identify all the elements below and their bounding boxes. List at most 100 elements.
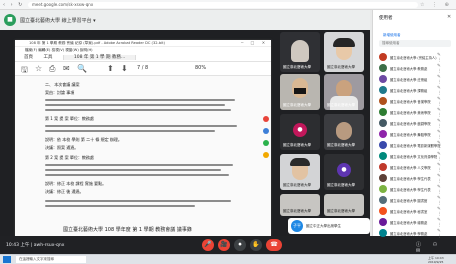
participant-menu-icon[interactable]: ✎ ⋮ <box>437 218 455 228</box>
taskbar-date: 2019/9/25 <box>428 260 444 264</box>
edit-tool-icon[interactable] <box>263 128 269 134</box>
participant-row[interactable]: 國立臺北藝術大學 文化資源學院 ✎ ⋮ <box>379 151 455 162</box>
doc-heading: 國立臺北藝術大學 108 學年度 第 1 學期 教務會議 議事錄 <box>63 227 192 233</box>
participant-row[interactable]: 國立臺北藝術大學 戲劇學院 ✎ ⋮ <box>379 118 455 129</box>
doc-text-block <box>45 125 237 127</box>
participant-menu-icon[interactable]: ✎ ⋮ <box>437 163 455 173</box>
presenter-chip[interactable]: 子平 國立中正大學出席學生 <box>288 218 370 234</box>
participant-row[interactable]: 國立臺北藝術大學 秘書室 ✎ ⋮ <box>379 206 455 217</box>
tab-document[interactable]: 108 年 第 1 學 期 教務... <box>62 55 137 60</box>
start-icon[interactable] <box>3 256 11 263</box>
page-down-icon[interactable]: ⬇ <box>121 64 128 73</box>
participant-menu-icon[interactable]: ✎ ⋮ <box>437 141 455 151</box>
participant-menu-icon[interactable]: ✎ ⋮ <box>437 207 455 217</box>
participant-menu-icon[interactable]: ✎ ⋮ <box>437 229 455 239</box>
search-people-input[interactable]: 搜尋使用者 <box>379 40 451 47</box>
mic-button[interactable]: 🎤 <box>202 239 214 251</box>
doc-line: 二、 本次會議 議案 <box>45 82 80 87</box>
participant-avatar <box>379 130 387 138</box>
participant-avatar <box>379 152 387 160</box>
close-icon[interactable]: ✕ <box>447 14 451 20</box>
participant-name: 國立臺北藝術大學 秘書室 <box>390 210 428 214</box>
participant-row[interactable]: 國立臺北藝術大學 (會議主持人) ✎ ⋮ <box>379 52 455 63</box>
video-tile[interactable]: ● 國立臺北藝術大學 <box>280 114 320 150</box>
comment-tool-icon[interactable] <box>263 116 269 122</box>
participant-avatar <box>379 119 387 127</box>
video-tile[interactable]: 國立臺北藝術大學 <box>324 74 364 110</box>
raise-hand-button[interactable]: ✋ <box>250 239 262 251</box>
video-tile[interactable]: 國立臺北藝術大學 <box>324 194 364 216</box>
participant-menu-icon[interactable]: ✎ ⋮ <box>437 53 455 63</box>
page-indicator[interactable]: 7 / 8 <box>137 65 148 71</box>
face-mask <box>294 88 306 94</box>
document-tabs: 首頁 工具 108 年 第 1 學 期 教務... <box>15 53 271 62</box>
participant-row[interactable]: 國立臺北藝術大學 美術學院 ✎ ⋮ <box>379 107 455 118</box>
video-tile[interactable]: 國立臺北藝術大學 <box>324 114 364 150</box>
doc-line: 決議：修正 後 通過。 <box>45 189 84 194</box>
fill-sign-icon[interactable] <box>263 152 269 158</box>
participant-row[interactable]: 國立臺北藝術大學 總務處 ✎ ⋮ <box>379 217 455 228</box>
video-tile[interactable]: ● 國立臺北藝術大學 <box>324 154 364 190</box>
doc-text-block <box>45 200 231 202</box>
tab-tools[interactable]: 工具 <box>43 55 52 60</box>
participant-menu-icon[interactable]: ✎ ⋮ <box>437 64 455 74</box>
video-tile[interactable]: 國立臺北藝術大學 <box>324 32 364 72</box>
participant-row[interactable]: 國立臺北藝術大學 圖書館 ✎ ⋮ <box>379 195 455 206</box>
participant-avatar <box>379 86 387 94</box>
participant-name: 國立臺北藝術大學 <box>283 143 311 147</box>
zoom-level[interactable]: 80% <box>195 65 206 71</box>
window-controls[interactable]: ─ □ ✕ <box>241 40 268 45</box>
participant-menu-icon[interactable]: ✎ ⋮ <box>437 185 455 195</box>
export-tool-icon[interactable] <box>263 140 269 146</box>
page-up-icon[interactable]: ⬆ <box>107 64 114 73</box>
participant-name: 國立臺北藝術大學 <box>327 143 355 147</box>
participant-row[interactable]: 國立臺北藝術大學 電影新媒體學院 ✎ ⋮ <box>379 140 455 151</box>
bookmark-icon[interactable]: ☆ <box>35 64 42 73</box>
meeting-side-icons[interactable]: ⓘ ⚇ ✉ <box>416 241 456 254</box>
participant-menu-icon[interactable]: ✎ ⋮ <box>437 75 455 85</box>
participant-menu-icon[interactable]: ✎ ⋮ <box>437 130 455 140</box>
meeting-title[interactable]: 國立臺北藝術大學 線上學習平台 ▾ <box>20 17 96 24</box>
print-icon[interactable]: ⎙ <box>49 64 55 74</box>
participant-menu-icon[interactable]: ✎ ⋮ <box>437 119 455 129</box>
participant-menu-icon[interactable]: ✎ ⋮ <box>437 174 455 184</box>
participant-menu-icon[interactable]: ✎ ⋮ <box>437 86 455 96</box>
camera-button[interactable]: 🎥 <box>218 239 230 251</box>
participant-name: 國立臺北藝術大學 學務處 <box>390 232 428 236</box>
participant-row[interactable]: 國立臺北藝術大學 音樂學院 ✎ ⋮ <box>379 96 455 107</box>
video-tile[interactable]: 國立臺北藝術大學 <box>280 154 320 190</box>
participant-row[interactable]: 國立臺北藝術大學 學生代表 ✎ ⋮ <box>379 173 455 184</box>
participant-row[interactable]: 國立臺北藝術大學 教務處 ✎ ⋮ <box>379 63 455 74</box>
video-tile[interactable]: 國立臺北藝術大學 <box>280 194 320 216</box>
leave-call-button[interactable]: ☎ <box>266 239 282 251</box>
participant-row[interactable]: 國立臺北藝術大學 舞蹈學院 ✎ ⋮ <box>379 129 455 140</box>
record-button[interactable]: ⏺ <box>234 239 246 251</box>
video-tile[interactable]: 國立臺北藝術大學 <box>280 32 320 72</box>
participant-name: 國立臺北藝術大學 總務處 <box>390 221 428 225</box>
add-people-button[interactable]: 新增使用者 <box>383 33 401 38</box>
taskbar-search-input[interactable]: 在這裡輸入文字來搜尋 <box>16 256 86 263</box>
participant-row[interactable]: 國立臺北藝術大學 人文學院 ✎ ⋮ <box>379 162 455 173</box>
doc-text-block <box>45 174 229 176</box>
search-icon[interactable]: 🔍 <box>77 64 87 73</box>
participant-menu-icon[interactable]: ✎ ⋮ <box>437 152 455 162</box>
address-bar[interactable]: meet.google.com/sk-xsxw-qnx <box>28 2 418 8</box>
doc-text-block <box>45 104 225 106</box>
presenter-avatar: 子平 <box>291 220 303 232</box>
participant-row[interactable]: 國立臺北藝術大學 註冊組 ✎ ⋮ <box>379 74 455 85</box>
participant-row[interactable]: 國立臺北藝術大學 學務處 ✎ ⋮ <box>379 228 455 239</box>
participant-row[interactable]: 國立臺北藝術大學 學生代表 ✎ ⋮ <box>379 184 455 195</box>
browser-menu-icons[interactable]: ☆ ⋮ ⊕ <box>420 2 452 8</box>
doc-line: 案由：討論 事項 <box>45 90 75 95</box>
tab-home[interactable]: 首頁 <box>24 55 33 60</box>
participant-row[interactable]: 國立臺北藝術大學 課務組 ✎ ⋮ <box>379 85 455 96</box>
participant-menu-icon[interactable]: ✎ ⋮ <box>437 196 455 206</box>
participant-name: 國立臺北藝術大學 <box>327 209 355 213</box>
participant-menu-icon[interactable]: ✎ ⋮ <box>437 108 455 118</box>
doc-text-block <box>45 164 233 166</box>
email-icon[interactable]: ✉ <box>63 64 70 73</box>
participant-menu-icon[interactable]: ✎ ⋮ <box>437 97 455 107</box>
participant-avatar <box>379 108 387 116</box>
video-tile[interactable]: 國立臺北藝術大學 <box>280 74 320 110</box>
meeting-info[interactable]: 10:43 上午 | awh-rsux-qnx <box>6 242 64 248</box>
